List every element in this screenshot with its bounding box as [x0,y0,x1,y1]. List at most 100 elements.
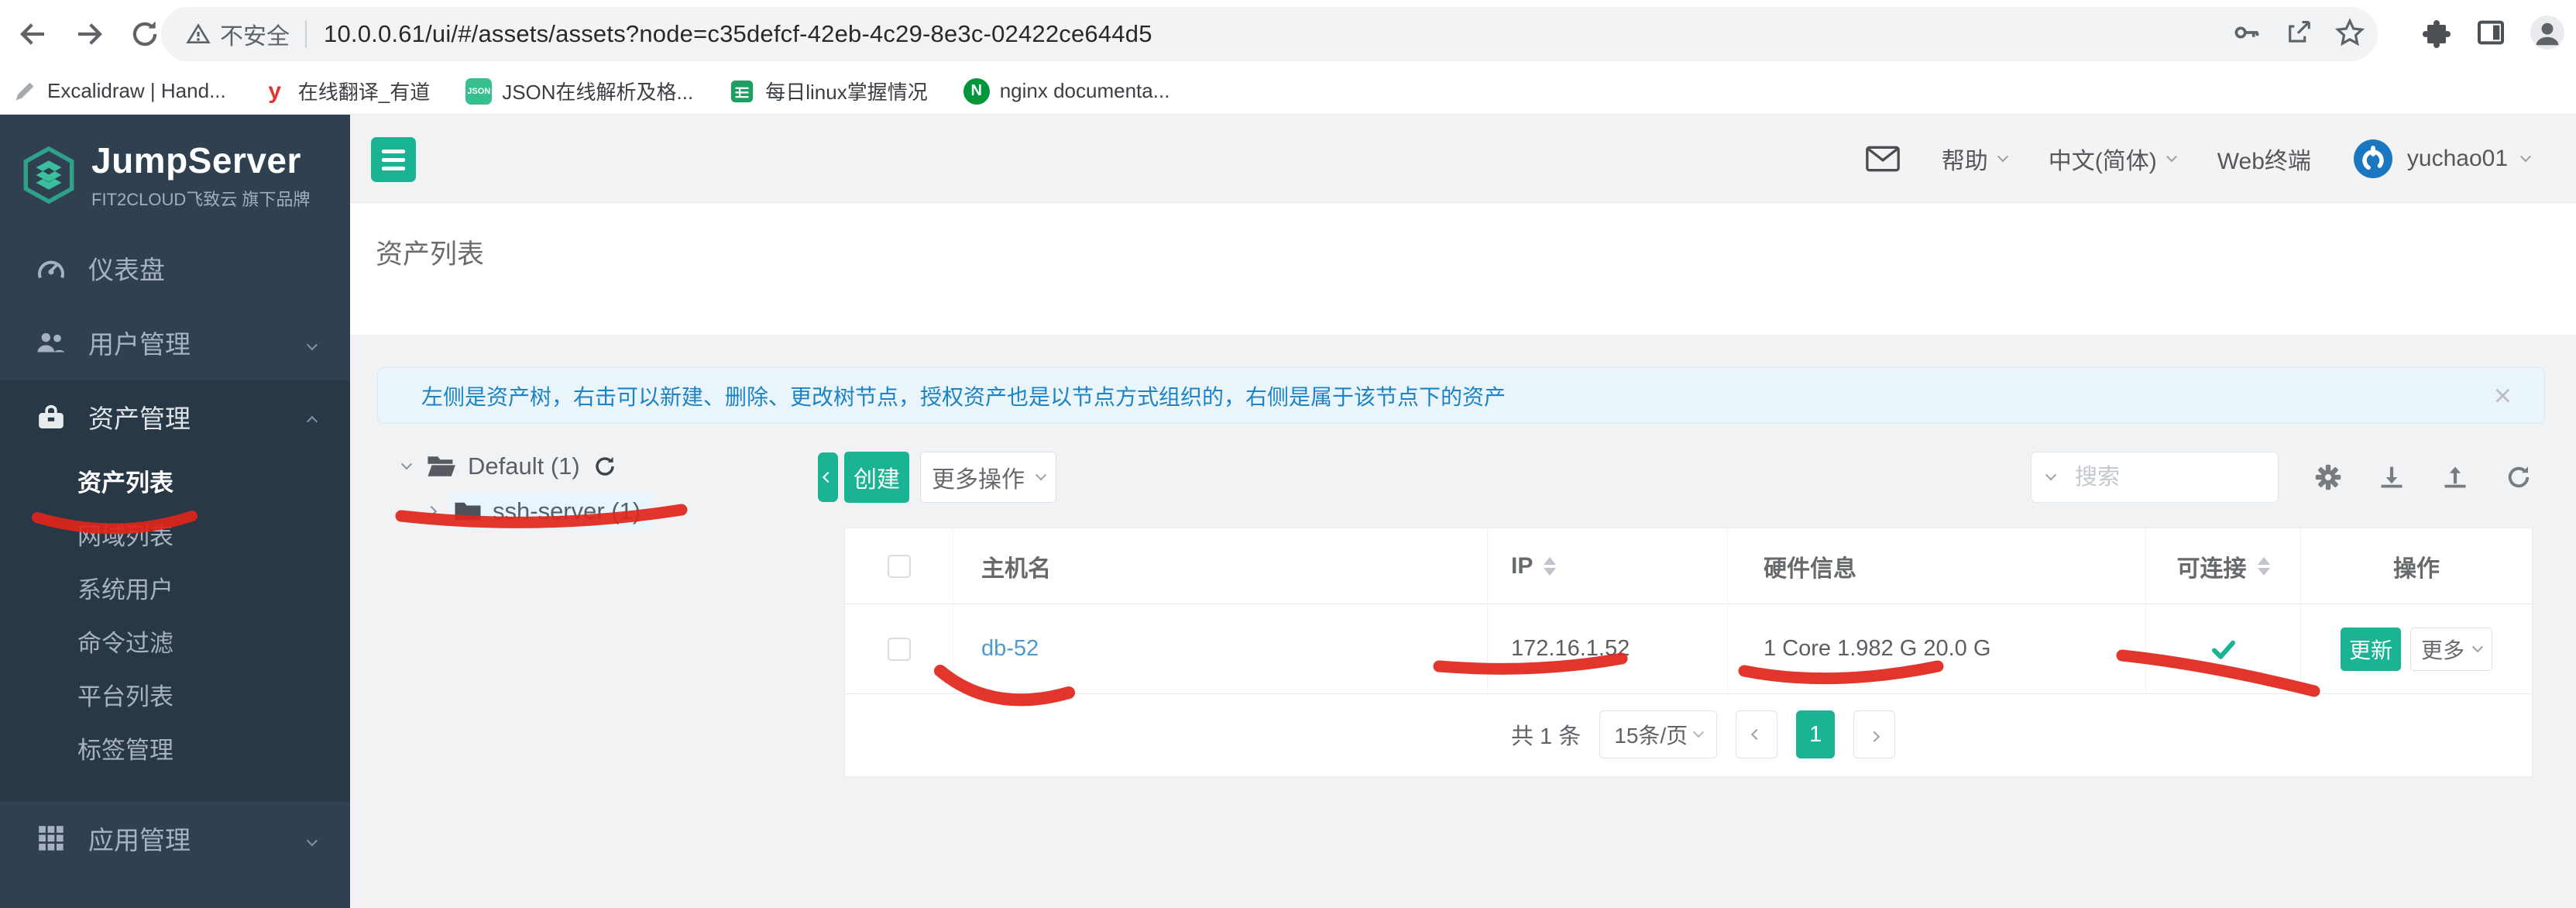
json-icon: JSON [465,77,493,105]
bookmark-nginx[interactable]: N nginx documenta... [963,77,1170,105]
column-label: IP [1511,552,1534,579]
table-settings-gear-icon[interactable] [2314,463,2342,491]
sidebar-item-asset-management[interactable]: 资产管理 [0,380,350,454]
select-all-checkbox[interactable] [887,554,911,578]
sidebar: JumpServer FIT2CLOUD飞致云 旗下品牌 仪表盘 用户管理 资产… [0,115,350,908]
pencil-icon [15,82,34,100]
hamburger-menu-button[interactable] [371,137,416,182]
sort-icon[interactable] [2257,556,2270,576]
address-bar[interactable]: 不安全 10.0.0.61/ui/#/assets/assets?node=c3… [161,7,2378,61]
more-actions-button[interactable]: 更多操作 [920,452,1056,503]
next-page-button[interactable] [1853,710,1896,758]
update-button[interactable]: 更新 [2341,627,2401,671]
sidebar-item-command-filter[interactable]: 命令过滤 [0,614,350,668]
export-upload-icon[interactable] [2441,463,2469,491]
page-number-button[interactable]: 1 [1796,710,1836,758]
banner-close-icon[interactable]: × [2494,380,2512,411]
page-size-select[interactable]: 15条/页 [1599,710,1718,758]
search-box[interactable] [2031,452,2279,503]
tree-refresh-icon[interactable] [592,454,617,479]
url-text[interactable]: 10.0.0.61/ui/#/assets/assets?node=c35def… [324,20,1152,48]
jumpserver-logo[interactable]: JumpServer FIT2CLOUD飞致云 旗下品牌 [0,115,350,218]
omnibox-divider [305,20,307,48]
sidebar-item-asset-list[interactable]: 资产列表 [0,454,350,507]
sidebar-item-label-management[interactable]: 标签管理 [0,721,350,775]
tree-node-label[interactable]: Default (1) [468,452,580,480]
row-actions-cell: 更新 更多 [2301,604,2532,693]
update-button-label: 更新 [2348,638,2392,662]
main-content: 帮助 中文(简体) Web终端 yuchao01 资产列表 左侧是资产树，右击可… [350,115,2576,908]
back-button[interactable] [15,16,51,52]
forward-button[interactable] [71,16,107,52]
sort-icon[interactable] [1544,556,1557,576]
tree-node-ssh-server[interactable]: ssh-server (1) [425,493,655,530]
bookmark-linux-sheet[interactable]: 每日linux掌握情况 [729,77,928,105]
sidebar-item-label: 应用管理 [88,826,191,855]
forward-icon [78,23,102,45]
previous-page-button[interactable] [1736,710,1778,758]
nginx-icon: N [963,77,990,105]
import-download-icon[interactable] [2378,463,2406,491]
help-label: 帮助 [1941,149,1988,174]
chevron-down-icon [306,328,318,357]
chevron-down-icon[interactable] [400,459,413,470]
page-size-label: 15条/页 [1614,724,1688,748]
sidebar-section-assets: 资产管理 资产列表 网域列表 系统用户 命令过滤 平台列表 标签管理 [0,380,350,801]
row-hardware-cell: 1 Core 1.982 G 20.0 G [1728,604,2146,693]
sidebar-subitem-label: 系统用户 [77,576,173,604]
bookmark-json[interactable]: JSON JSON在线解析及格... [465,77,693,105]
reload-button[interactable] [127,16,163,52]
security-label[interactable]: 不安全 [220,17,290,51]
column-hardware: 硬件信息 [1728,528,2146,604]
side-panel-icon[interactable] [2475,17,2506,52]
row-more-button[interactable]: 更多 [2410,627,2492,671]
column-reachable[interactable]: 可连接 [2146,528,2301,604]
chevron-down-icon[interactable] [2045,469,2057,481]
row-more-label: 更多 [2420,638,2464,662]
sidebar-item-dashboard[interactable]: 仪表盘 [0,231,350,305]
password-key-icon[interactable] [2232,18,2262,51]
sidebar-item-system-users[interactable]: 系统用户 [0,561,350,614]
sheets-icon [731,80,754,102]
hostname-link[interactable]: db-52 [981,636,1039,662]
row-checkbox[interactable] [887,637,911,661]
tree-node-label[interactable]: ssh-server (1) [493,497,641,525]
chevron-down-icon [2519,151,2532,163]
chevron-right-icon[interactable] [425,505,438,518]
create-button[interactable]: 创建 [844,452,909,503]
column-actions: 操作 [2301,528,2532,604]
search-input[interactable] [2075,464,2230,490]
sidebar-subitem-label: 资产列表 [77,469,173,497]
sidebar-item-domain-list[interactable]: 网域列表 [0,507,350,561]
hardware-value: 1 Core 1.982 G 20.0 G [1764,636,1991,661]
sidebar-item-label: 资产管理 [88,404,191,433]
bookmark-label: nginx documenta... [999,79,1170,102]
tree-node-default[interactable]: Default (1) [400,452,617,480]
extensions-icon[interactable] [2421,17,2452,52]
table-refresh-icon[interactable] [2505,463,2533,491]
user-menu[interactable]: yuchao01 [2353,139,2532,179]
sidebar-subitem-label: 网域列表 [77,523,173,550]
pagination-total: 共 1 条 [1511,724,1582,749]
bookmarks-bar: Excalidraw | Hand... y 在线翻译_有道 JSON JSON… [0,68,2576,115]
column-label: 可连接 [2176,555,2247,582]
sidebar-item-app-management[interactable]: 应用管理 [0,801,350,875]
sidebar-item-users[interactable]: 用户管理 [0,305,350,380]
column-ip[interactable]: IP [1488,528,1728,604]
pagination: 共 1 条 15条/页 1 [845,694,2532,775]
bookmark-label: JSON在线解析及格... [502,81,694,104]
browser-profile-avatar[interactable] [2530,15,2565,54]
tree-collapse-handle[interactable] [818,452,838,502]
user-avatar [2353,139,2392,178]
messages-button[interactable] [1865,146,1900,172]
sidebar-item-platform-list[interactable]: 平台列表 [0,668,350,721]
asset-box-icon [34,401,68,432]
bookmark-star-icon[interactable] [2334,17,2365,52]
language-menu[interactable]: 中文(简体) [2049,142,2177,176]
bookmark-excalidraw[interactable]: Excalidraw | Hand... [12,79,226,104]
back-icon [20,23,44,45]
share-icon[interactable] [2283,18,2313,51]
web-terminal-link[interactable]: Web终端 [2217,142,2311,176]
bookmark-youdao[interactable]: y 在线翻译_有道 [261,77,430,105]
help-menu[interactable]: 帮助 [1941,142,2008,176]
